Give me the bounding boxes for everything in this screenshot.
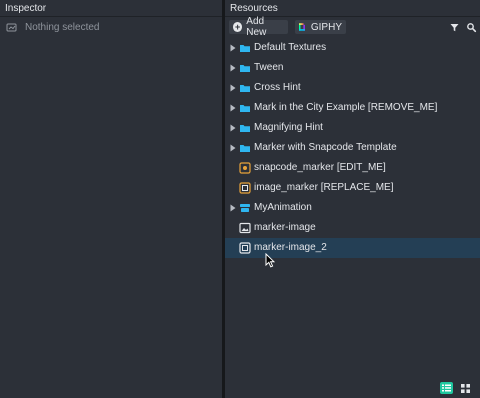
image-marker-icon <box>239 182 251 194</box>
tree-item-marker-with-snapcode-template[interactable]: Marker with Snapcode Template <box>225 138 480 158</box>
tree-item-label: image_marker [REPLACE_ME] <box>254 182 394 193</box>
folder-icon <box>240 85 250 92</box>
mouse-pointer-icon <box>265 253 275 268</box>
tree-item-default-textures[interactable]: Default Textures <box>225 38 480 58</box>
folder-icon <box>240 45 250 52</box>
marker-image-icon <box>239 242 251 254</box>
resources-tree: Default Textures Tween Cross Hint Mark i… <box>225 38 480 258</box>
grid-view-icon <box>461 383 470 393</box>
folder-icon <box>240 105 250 112</box>
inspector-panel: Inspector Nothing selected <box>0 0 222 398</box>
plus-icon: + <box>233 22 243 32</box>
tree-item-label: Cross Hint <box>254 82 301 93</box>
resources-panel: Resources + Add New GIPHY Default Textur… <box>225 0 480 398</box>
list-view-icon <box>442 384 451 392</box>
tree-item-mark-in-the-city-example[interactable]: Mark in the City Example [REMOVE_ME] <box>225 98 480 118</box>
search-icon[interactable] <box>466 22 477 33</box>
tree-item-label: Mark in the City Example [REMOVE_ME] <box>254 102 438 113</box>
folder-icon <box>240 125 250 132</box>
image-icon <box>239 222 251 234</box>
resources-title: Resources <box>225 0 480 17</box>
tree-item-snapcode-marker[interactable]: snapcode_marker [EDIT_ME] <box>225 158 480 178</box>
tree-item-label: marker-image <box>254 222 316 233</box>
animation-icon <box>240 204 250 212</box>
tree-item-magnifying-hint[interactable]: Magnifying Hint <box>225 118 480 138</box>
tree-item-label: Marker with Snapcode Template <box>254 142 397 153</box>
tree-item-label: MyAnimation <box>254 202 312 213</box>
list-view-toggle[interactable] <box>440 382 453 394</box>
nothing-selected-label: Nothing selected <box>25 21 100 33</box>
filter-icon[interactable] <box>449 22 460 33</box>
tree-item-label: snapcode_marker [EDIT_ME] <box>254 162 386 173</box>
tree-item-image-marker[interactable]: image_marker [REPLACE_ME] <box>225 178 480 198</box>
tree-item-cross-hint[interactable]: Cross Hint <box>225 78 480 98</box>
resources-toolbar: + Add New GIPHY <box>225 16 480 38</box>
giphy-label: GIPHY <box>310 21 342 33</box>
folder-icon <box>240 145 250 152</box>
expand-arrow-icon[interactable] <box>230 204 236 212</box>
nothing-selected-message: Nothing selected <box>6 21 100 33</box>
inspector-empty-icon <box>6 23 17 31</box>
tree-item-label: Magnifying Hint <box>254 122 323 133</box>
add-new-button[interactable]: + Add New <box>229 16 288 38</box>
tree-item-tween[interactable]: Tween <box>225 58 480 78</box>
expand-arrow-icon[interactable] <box>230 104 236 112</box>
expand-arrow-icon[interactable] <box>230 44 236 52</box>
tree-item-label: Default Textures <box>254 42 327 53</box>
tree-item-myanimation[interactable]: MyAnimation <box>225 198 480 218</box>
expand-arrow-icon[interactable] <box>230 64 236 72</box>
giphy-button[interactable]: GIPHY <box>295 20 346 34</box>
tree-item-label: marker-image_2 <box>254 242 327 253</box>
giphy-logo-icon <box>299 23 305 31</box>
expand-arrow-icon[interactable] <box>230 84 236 92</box>
expand-arrow-icon[interactable] <box>230 144 236 152</box>
tree-item-label: Tween <box>254 62 284 73</box>
tree-item-marker-image[interactable]: marker-image <box>225 218 480 238</box>
tree-item-marker-image-2[interactable]: marker-image_2 <box>225 238 480 258</box>
add-new-label: Add New <box>246 16 267 38</box>
folder-icon <box>240 65 250 72</box>
inspector-title: Inspector <box>0 0 222 17</box>
expand-arrow-icon[interactable] <box>230 124 236 132</box>
grid-view-toggle[interactable] <box>459 382 472 394</box>
snapcode-marker-icon <box>239 162 251 174</box>
